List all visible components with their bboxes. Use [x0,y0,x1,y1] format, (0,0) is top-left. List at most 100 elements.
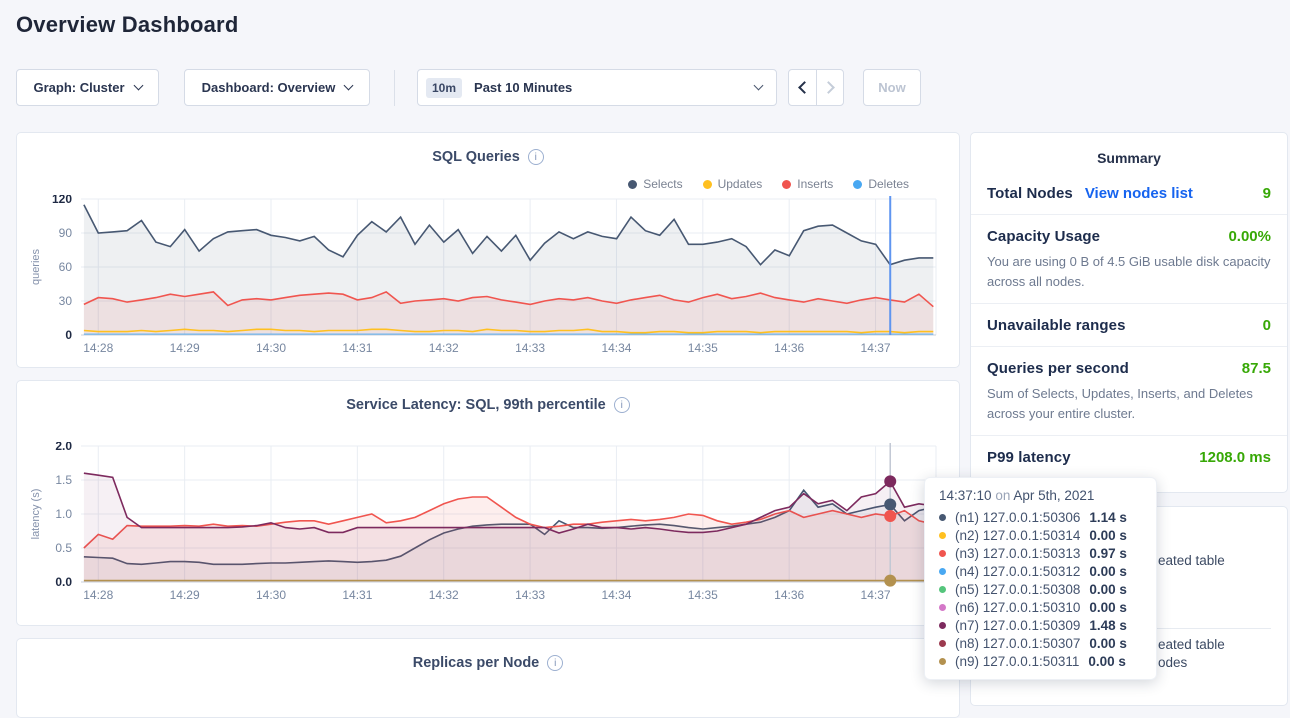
node-latency-value: 1.48 s [1089,618,1127,633]
unavailable-ranges-row: Unavailable ranges 0 [971,303,1287,346]
tooltip-node-row: (n6) 127.0.0.1:503100.00 s [939,598,1142,616]
node-color-dot-icon [939,586,946,593]
svg-text:14:35: 14:35 [688,341,718,355]
svg-text:queries: queries [30,248,42,285]
svg-text:1.0: 1.0 [55,507,72,521]
svg-text:14:36: 14:36 [774,588,804,602]
toolbar-divider [394,70,395,106]
svg-text:1.5: 1.5 [55,473,72,487]
page-title: Overview Dashboard [16,12,238,38]
svg-text:90: 90 [59,226,73,240]
now-button-label: Now [878,80,905,95]
legend-label: Updates [718,177,763,191]
legend-label: Inserts [797,177,833,191]
total-nodes-row: Total Nodes View nodes list 9 [971,172,1287,214]
svg-text:0: 0 [65,328,72,342]
graph-dropdown[interactable]: Graph: Cluster [16,69,159,106]
event-text-fragment: odes [1158,655,1187,670]
tooltip-node-row: (n9) 127.0.0.1:50311 0.00 s [939,652,1142,670]
tooltip-node-row: (n5) 127.0.0.1:503080.00 s [939,580,1142,598]
tooltip-node-row: (n7) 127.0.0.1:50309 1.48 s [939,616,1142,634]
legend-label: Deletes [868,177,909,191]
tooltip-node-row: (n2) 127.0.0.1:503140.00 s [939,526,1142,544]
legend-dot-icon [628,180,637,189]
svg-text:14:29: 14:29 [170,341,200,355]
queries-per-second-value: 87.5 [1242,360,1271,377]
tooltip-on: on [992,488,1014,503]
next-time-button[interactable] [816,70,843,105]
svg-text:14:32: 14:32 [429,341,459,355]
chevron-left-icon [798,81,811,94]
node-address: (n1) 127.0.0.1:50306 [955,510,1080,525]
node-color-dot-icon [939,658,946,665]
node-address: (n3) 127.0.0.1:50313 [955,546,1080,561]
node-address: (n9) 127.0.0.1:50311 [955,654,1079,669]
node-latency-value: 0.00 s [1088,654,1126,669]
tooltip-timestamp: 14:37:10 on Apr 5th, 2021 [939,488,1142,503]
legend-item-inserts[interactable]: Inserts [782,177,833,191]
node-color-dot-icon [939,604,946,611]
chevron-down-icon [344,81,354,91]
node-latency-value: 1.14 s [1089,510,1127,525]
event-text-fragment: eated table [1158,637,1225,652]
sql-legend: Selects Updates Inserts Deletes [628,177,909,191]
svg-text:14:32: 14:32 [429,588,459,602]
p99-latency-row: P99 latency 1208.0 ms [971,435,1287,478]
sql-queries-card: SQL Queries i Selects Updates Inserts Delet… [16,132,960,368]
tooltip-time: 14:37:10 [939,488,992,503]
info-icon[interactable]: i [528,149,544,165]
tooltip-date: Apr 5th, 2021 [1013,488,1094,503]
capacity-usage-description: You are using 0 B of 4.5 GiB usable disk… [987,252,1271,291]
info-icon[interactable]: i [614,397,630,413]
svg-text:14:35: 14:35 [688,588,718,602]
legend-label: Selects [643,177,682,191]
svg-text:14:37: 14:37 [861,341,891,355]
sql-queries-chart[interactable]: 030609012014:2814:2914:3014:3114:3214:33… [17,195,945,363]
now-button[interactable]: Now [863,69,921,106]
replicas-title: Replicas per Node [413,655,540,671]
capacity-usage-value: 0.00% [1228,228,1271,245]
svg-text:2.0: 2.0 [55,442,72,453]
unavailable-ranges-value: 0 [1263,317,1271,334]
node-latency-value: 0.00 s [1089,564,1127,579]
node-address: (n7) 127.0.0.1:50309 [955,618,1080,633]
service-latency-title: Service Latency: SQL, 99th percentile [346,397,606,413]
svg-text:14:37: 14:37 [861,588,891,602]
tooltip-node-row: (n3) 127.0.0.1:50313 0.97 s [939,544,1142,562]
node-color-dot-icon [939,550,946,557]
time-step-buttons [788,69,844,106]
node-color-dot-icon [939,568,946,575]
svg-text:14:30: 14:30 [256,588,286,602]
svg-text:14:28: 14:28 [83,588,113,602]
view-nodes-list-link[interactable]: View nodes list [1085,185,1193,202]
node-address: (n5) 127.0.0.1:50308 [955,582,1080,597]
legend-item-selects[interactable]: Selects [628,177,682,191]
node-address: (n2) 127.0.0.1:50314 [955,528,1080,543]
node-latency-value: 0.97 s [1089,546,1127,561]
dashboard-dropdown[interactable]: Dashboard: Overview [184,69,370,106]
total-nodes-value: 9 [1263,185,1271,202]
sql-queries-title-row: SQL Queries i [17,149,959,165]
svg-text:14:33: 14:33 [515,588,545,602]
legend-item-updates[interactable]: Updates [703,177,763,191]
svg-text:latency (s): latency (s) [30,489,42,540]
service-latency-card: Service Latency: SQL, 99th percentile i … [16,380,960,626]
legend-item-deletes[interactable]: Deletes [853,177,909,191]
info-icon[interactable]: i [547,655,563,671]
replicas-per-node-card: Replicas per Node i [16,638,960,718]
previous-time-button[interactable] [789,70,816,105]
time-range-picker[interactable]: 10m Past 10 Minutes [417,69,777,106]
chevron-down-icon [754,81,764,91]
svg-text:0.5: 0.5 [55,541,72,555]
capacity-usage-row: Capacity Usage 0.00% You are using 0 B o… [971,214,1287,303]
svg-text:14:33: 14:33 [515,341,545,355]
queries-per-second-label: Queries per second [987,360,1129,377]
legend-dot-icon [782,180,791,189]
svg-text:14:36: 14:36 [774,341,804,355]
service-latency-chart[interactable]: 0.00.51.01.52.014:2814:2914:3014:3114:32… [17,442,945,610]
svg-text:14:31: 14:31 [342,588,372,602]
node-latency-value: 0.00 s [1089,636,1127,651]
tooltip-node-row: (n1) 127.0.0.1:50306 1.14 s [939,508,1142,526]
tooltip-node-row: (n4) 127.0.0.1:503120.00 s [939,562,1142,580]
p99-latency-value: 1208.0 ms [1199,449,1271,466]
